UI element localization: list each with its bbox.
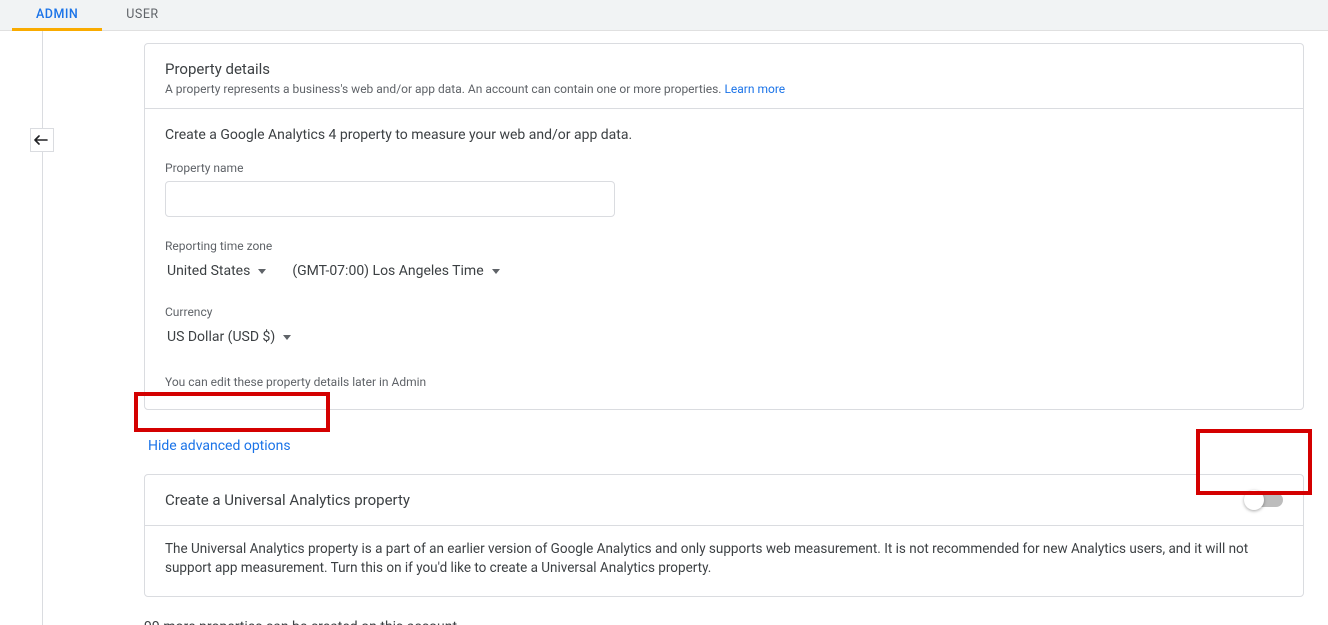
timezone-select-value: (GMT-07:00) Los Angeles Time: [292, 263, 483, 279]
ua-card-description: The Universal Analytics property is a pa…: [145, 526, 1303, 596]
caret-down-icon: [492, 269, 500, 274]
property-details-lead: Create a Google Analytics 4 property to …: [165, 127, 1283, 143]
caret-down-icon: [258, 269, 266, 274]
stepper-rule: [42, 31, 43, 625]
property-details-body: Create a Google Analytics 4 property to …: [145, 109, 1303, 409]
top-tabs: ADMIN USER: [0, 0, 1328, 31]
property-name-label: Property name: [165, 161, 1283, 175]
back-button[interactable]: [30, 128, 54, 152]
back-arrow-icon: [34, 131, 50, 150]
reporting-timezone-label: Reporting time zone: [165, 239, 1283, 253]
currency-label: Currency: [165, 305, 1283, 319]
country-select-value: United States: [167, 263, 250, 279]
edit-later-hint: You can edit these property details late…: [165, 375, 1283, 389]
ua-card: Create a Universal Analytics property Th…: [144, 474, 1304, 597]
ua-card-header: Create a Universal Analytics property: [145, 475, 1303, 526]
tab-admin[interactable]: ADMIN: [12, 0, 102, 31]
property-details-card: Property details A property represents a…: [144, 43, 1304, 410]
caret-down-icon: [283, 335, 291, 340]
learn-more-link[interactable]: Learn more: [724, 82, 785, 96]
more-properties-note: 99 more properties can be created on thi…: [144, 619, 1304, 625]
property-details-header: Property details A property represents a…: [145, 44, 1303, 109]
main-column: Property details A property represents a…: [144, 43, 1304, 625]
hide-advanced-options-link[interactable]: Hide advanced options: [144, 432, 295, 460]
property-name-input[interactable]: [165, 181, 615, 217]
timezone-select[interactable]: (GMT-07:00) Los Angeles Time: [290, 259, 501, 283]
country-select[interactable]: United States: [165, 259, 268, 283]
content-area: Property details A property represents a…: [0, 31, 1328, 625]
property-details-subtitle-text: A property represents a business's web a…: [165, 82, 721, 96]
property-details-title: Property details: [165, 60, 1283, 78]
toggle-knob-icon: [1244, 490, 1264, 510]
ua-toggle[interactable]: [1247, 493, 1283, 507]
advanced-options-row: Hide advanced options: [144, 432, 1304, 460]
currency-select-value: US Dollar (USD $): [167, 329, 275, 345]
ua-card-title: Create a Universal Analytics property: [165, 491, 410, 509]
property-details-subtitle: A property represents a business's web a…: [165, 82, 1283, 96]
tab-user[interactable]: USER: [102, 0, 182, 31]
currency-select[interactable]: US Dollar (USD $): [165, 325, 293, 349]
